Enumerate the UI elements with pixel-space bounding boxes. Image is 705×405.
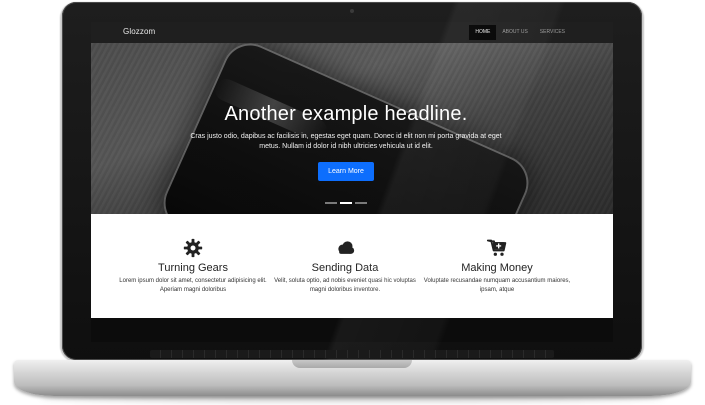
laptop-screen: Glozzom HOME ABOUT US SERVICES Another e…: [91, 22, 613, 318]
nav-item-about-us[interactable]: ABOUT US: [496, 25, 533, 40]
features-section: Turning Gears Lorem ipsum dolor sit amet…: [91, 214, 613, 318]
hero-headline: Another example headline.: [224, 103, 468, 125]
carousel-indicator-3[interactable]: [355, 202, 367, 204]
carousel-indicator-2[interactable]: [340, 202, 352, 204]
feature-turning-gears: Turning Gears Lorem ipsum dolor sit amet…: [118, 238, 268, 295]
carousel-indicators: [325, 202, 367, 204]
feature-title: Turning Gears: [158, 262, 228, 274]
feature-text: Voluptate recusandae numquam accusantium…: [423, 278, 571, 293]
hero-text: Cras justo odio, dapibus ac facilisis in…: [190, 133, 502, 150]
webcam: [350, 9, 354, 13]
feature-sending-data: Sending Data Velit, soluta optio, ad nob…: [270, 238, 420, 295]
feature-making-money: Making Money Voluptate recusandae numqua…: [422, 238, 572, 295]
carousel-indicator-1[interactable]: [325, 202, 337, 204]
nav-item-home[interactable]: HOME: [469, 25, 497, 40]
nav-menu: HOME ABOUT US SERVICES: [469, 25, 571, 40]
learn-more-button[interactable]: Learn More: [318, 162, 374, 181]
laptop-bottom-bezel: [91, 318, 613, 342]
hero-carousel: Another example headline. Cras justo odi…: [91, 43, 613, 214]
hero-caption: Another example headline. Cras justo odi…: [181, 103, 511, 181]
laptop-base-notch: [292, 360, 412, 368]
laptop-keyboard-edge: [150, 350, 554, 358]
cart-plus-icon: [486, 239, 507, 256]
navbar: Glozzom HOME ABOUT US SERVICES: [91, 22, 613, 43]
nav-item-services[interactable]: SERVICES: [534, 25, 571, 40]
feature-text: Velit, soluta optio, ad nobis eveniet qu…: [274, 278, 416, 293]
laptop-mockup: Glozzom HOME ABOUT US SERVICES Another e…: [0, 0, 705, 405]
brand-logo[interactable]: Glozzom: [123, 27, 155, 36]
feature-text: Lorem ipsum dolor sit amet, consectetur …: [119, 278, 267, 293]
gear-icon: [183, 238, 203, 258]
cloud-icon: [338, 241, 355, 254]
feature-title: Making Money: [461, 262, 533, 274]
feature-title: Sending Data: [311, 262, 379, 274]
